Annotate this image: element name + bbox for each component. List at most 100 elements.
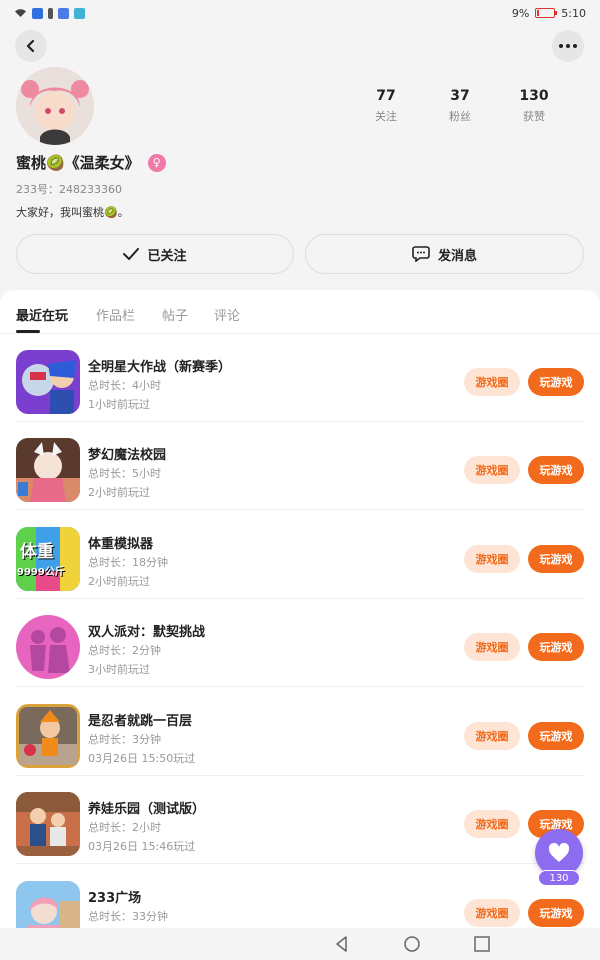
game-icon-magic-school (16, 438, 80, 502)
play-game-button[interactable]: 玩游戏 (528, 545, 584, 573)
divider (16, 863, 584, 864)
wifi-icon (15, 9, 26, 17)
game-last-played: 3小时前玩过 (88, 663, 150, 676)
game-row[interactable]: 梦幻魔法校园 总时长：5小时 2小时前玩过 游戏圈 玩游戏 (0, 422, 600, 510)
followed-label: 已关注 (147, 248, 187, 264)
game-icon-baby-park (16, 792, 80, 856)
checkmark-icon (123, 248, 140, 260)
game-row[interactable]: 全明星大作战（新赛季） 总时长：4小时 1小时前玩过 游戏圈 玩游戏 (0, 334, 600, 422)
game-duration: 总时长：5小时 (88, 467, 161, 480)
game-row[interactable]: 是忍者就跳一百层 总时长：3分钟 03月26日 15:50玩过 游戏圈 玩游戏 (0, 688, 600, 776)
play-game-button[interactable]: 玩游戏 (528, 899, 584, 927)
nickname-row: 蜜桃🥝《温柔女》 ♀ (16, 152, 166, 173)
stat-value: 77 (376, 88, 396, 104)
play-game-button[interactable]: 玩游戏 (528, 633, 584, 661)
game-circle-button[interactable]: 游戏圈 (464, 368, 520, 396)
stat-value: 130 (519, 88, 549, 104)
game-icon-233-plaza (16, 881, 80, 930)
followed-button[interactable]: 已关注 (16, 234, 294, 274)
game-title: 养娃乐园（测试版） (88, 802, 206, 817)
chat-app-icon (74, 7, 85, 19)
tab-works[interactable]: 作品栏 (96, 305, 135, 324)
back-arrow-icon (26, 39, 35, 53)
nav-home-icon[interactable] (402, 934, 422, 954)
female-gender-icon: ♀ (147, 153, 166, 172)
game-title: 是忍者就跳一百层 (88, 714, 193, 729)
more-dots-icon (559, 44, 577, 48)
message-app-icon (58, 7, 69, 19)
game-duration: 总时长：2分钟 (88, 644, 161, 657)
game-last-played: 03月26日 15:50玩过 (88, 752, 196, 765)
game-circle-button[interactable]: 游戏圈 (464, 722, 520, 750)
game-title: 233广场 (88, 891, 142, 906)
game-icon-ninja-jump (16, 704, 80, 768)
game-duration: 总时长：4小时 (88, 379, 161, 392)
heart-icon (548, 843, 570, 862)
send-message-button[interactable]: 发消息 (305, 234, 584, 274)
content-panel: 最近在玩 作品栏 帖子 评论 全明星大作战（新赛季） 总时长：4小时 1小时前玩… (0, 290, 600, 930)
stat-likes[interactable]: 130 获赞 (504, 88, 564, 124)
back-button[interactable] (15, 30, 47, 62)
tab-bar: 最近在玩 作品栏 帖子 评论 (0, 290, 600, 334)
active-tab-indicator (16, 330, 40, 333)
game-circle-button[interactable]: 游戏圈 (464, 456, 520, 484)
like-count: 130 (538, 870, 580, 886)
avatar[interactable] (16, 67, 94, 145)
tab-posts[interactable]: 帖子 (162, 305, 188, 324)
game-icon-weight-simulator: 体重 9999公斤 (16, 527, 80, 591)
game-row[interactable]: 体重 9999公斤 体重模拟器 总时长：18分钟 2小时前玩过 游戏圈 玩游戏 (0, 511, 600, 599)
game-circle-button[interactable]: 游戏圈 (464, 633, 520, 661)
tab-recently-played[interactable]: 最近在玩 (16, 305, 68, 324)
battery-icon (535, 8, 558, 18)
battery-percent: 9% (511, 6, 530, 20)
status-bar: 9% 5:10 (0, 0, 600, 26)
game-icon-duo-party (16, 615, 80, 679)
game-last-played: 2小时前玩过 (88, 575, 150, 588)
game-duration: 总时长：2小时 (88, 821, 161, 834)
divider (16, 509, 584, 510)
game-duration: 总时长：18分钟 (88, 556, 168, 569)
game-duration: 总时长：33分钟 (88, 910, 168, 923)
stat-value: 37 (450, 88, 470, 104)
game-circle-button[interactable]: 游戏圈 (464, 810, 520, 838)
game-row[interactable]: 双人派对：默契挑战 总时长：2分钟 3小时前玩过 游戏圈 玩游戏 (0, 599, 600, 687)
tab-comments[interactable]: 评论 (214, 305, 240, 324)
nickname: 蜜桃🥝《温柔女》 (16, 154, 140, 172)
game-title: 全明星大作战（新赛季） (88, 360, 232, 375)
shield-app-icon (32, 7, 43, 19)
play-game-button[interactable]: 玩游戏 (528, 722, 584, 750)
icon-text-kg: 9999公斤 (17, 567, 65, 578)
game-last-played: 1小时前玩过 (88, 398, 150, 411)
stat-label: 获赞 (523, 110, 545, 123)
game-circle-button[interactable]: 游戏圈 (464, 545, 520, 573)
stat-following[interactable]: 77 关注 (356, 88, 416, 124)
play-game-button[interactable]: 玩游戏 (528, 456, 584, 484)
game-last-played: 2小时前玩过 (88, 486, 150, 499)
system-nav-bar (0, 928, 600, 960)
send-message-label: 发消息 (437, 248, 477, 264)
game-title: 双人派对：默契挑战 (88, 625, 206, 640)
more-button[interactable] (552, 30, 584, 62)
nav-back-icon[interactable] (332, 934, 352, 954)
icon-text-weight: 体重 (20, 542, 54, 562)
game-duration: 总时长：3分钟 (88, 733, 161, 746)
nav-recents-icon[interactable] (472, 934, 492, 954)
play-game-button[interactable]: 玩游戏 (528, 368, 584, 396)
game-circle-button[interactable]: 游戏圈 (464, 899, 520, 927)
game-icon-all-star (16, 350, 80, 414)
game-last-played: 03月26日 15:46玩过 (88, 840, 196, 853)
stat-fans[interactable]: 37 粉丝 (430, 88, 490, 124)
clock: 5:10 (561, 6, 586, 20)
game-row[interactable]: 养娃乐园（测试版） 总时长：2小时 03月26日 15:46玩过 游戏圈 玩游戏 (0, 776, 600, 864)
stat-label: 粉丝 (449, 110, 471, 123)
user-id: 233号：248233360 (16, 183, 122, 196)
notification-app-icon (48, 7, 53, 19)
message-bubble-icon (412, 246, 430, 262)
game-title: 梦幻魔法校园 (88, 448, 167, 463)
game-title: 体重模拟器 (88, 537, 154, 552)
stat-label: 关注 (375, 110, 397, 123)
bio: 大家好，我叫蜜桃🥝。 (16, 206, 129, 219)
avatar-image (16, 67, 94, 145)
game-row[interactable]: 233广场 总时长：33分钟 游戏圈 玩游戏 (0, 865, 600, 930)
divider (16, 686, 584, 687)
